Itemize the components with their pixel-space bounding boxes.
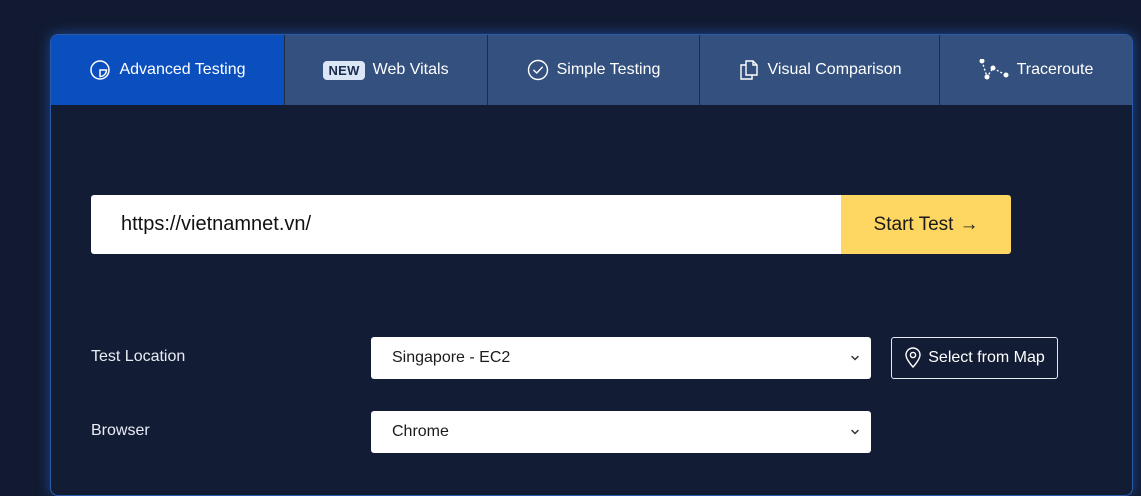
test-location-label: Test Location (91, 348, 186, 365)
test-location-select[interactable]: Singapore - EC2 (371, 337, 871, 379)
url-input[interactable] (91, 195, 841, 254)
test-panel: Advanced Testing NEW Web Vitals Simple T… (50, 34, 1133, 496)
browser-value: Chrome (392, 423, 449, 440)
start-test-label: Start Test (873, 213, 954, 235)
url-row: Start Test → (91, 195, 1011, 254)
tab-visual-comparison[interactable]: Visual Comparison (700, 35, 940, 105)
browser-select[interactable]: Chrome (371, 411, 871, 453)
tab-bar: Advanced Testing NEW Web Vitals Simple T… (51, 35, 1132, 105)
chevron-down-icon (851, 355, 859, 361)
tab-label: Traceroute (1016, 61, 1094, 78)
gauge-icon (89, 59, 111, 81)
copy-documents-icon (738, 59, 760, 81)
tab-web-vitals[interactable]: NEW Web Vitals (285, 35, 488, 105)
tab-label: Simple Testing (556, 61, 661, 78)
tab-simple-testing[interactable]: Simple Testing (488, 35, 700, 105)
chevron-down-icon (851, 429, 859, 435)
tab-label: Web Vitals (372, 61, 449, 78)
new-badge: NEW (323, 60, 365, 80)
tab-label: Advanced Testing (119, 61, 246, 78)
test-location-value: Singapore - EC2 (392, 349, 511, 366)
check-circle-icon (527, 59, 549, 81)
select-from-map-button[interactable]: Select from Map (891, 337, 1058, 379)
start-test-button[interactable]: Start Test → (841, 195, 1011, 254)
tab-label: Visual Comparison (767, 61, 902, 78)
arrow-right-icon: → (959, 213, 979, 235)
map-pin-icon (905, 347, 921, 369)
tab-advanced-testing[interactable]: Advanced Testing (51, 35, 285, 105)
browser-label: Browser (91, 422, 150, 439)
tab-traceroute[interactable]: Traceroute (940, 35, 1132, 105)
route-nodes-icon (979, 59, 1009, 81)
select-from-map-label: Select from Map (928, 349, 1045, 366)
